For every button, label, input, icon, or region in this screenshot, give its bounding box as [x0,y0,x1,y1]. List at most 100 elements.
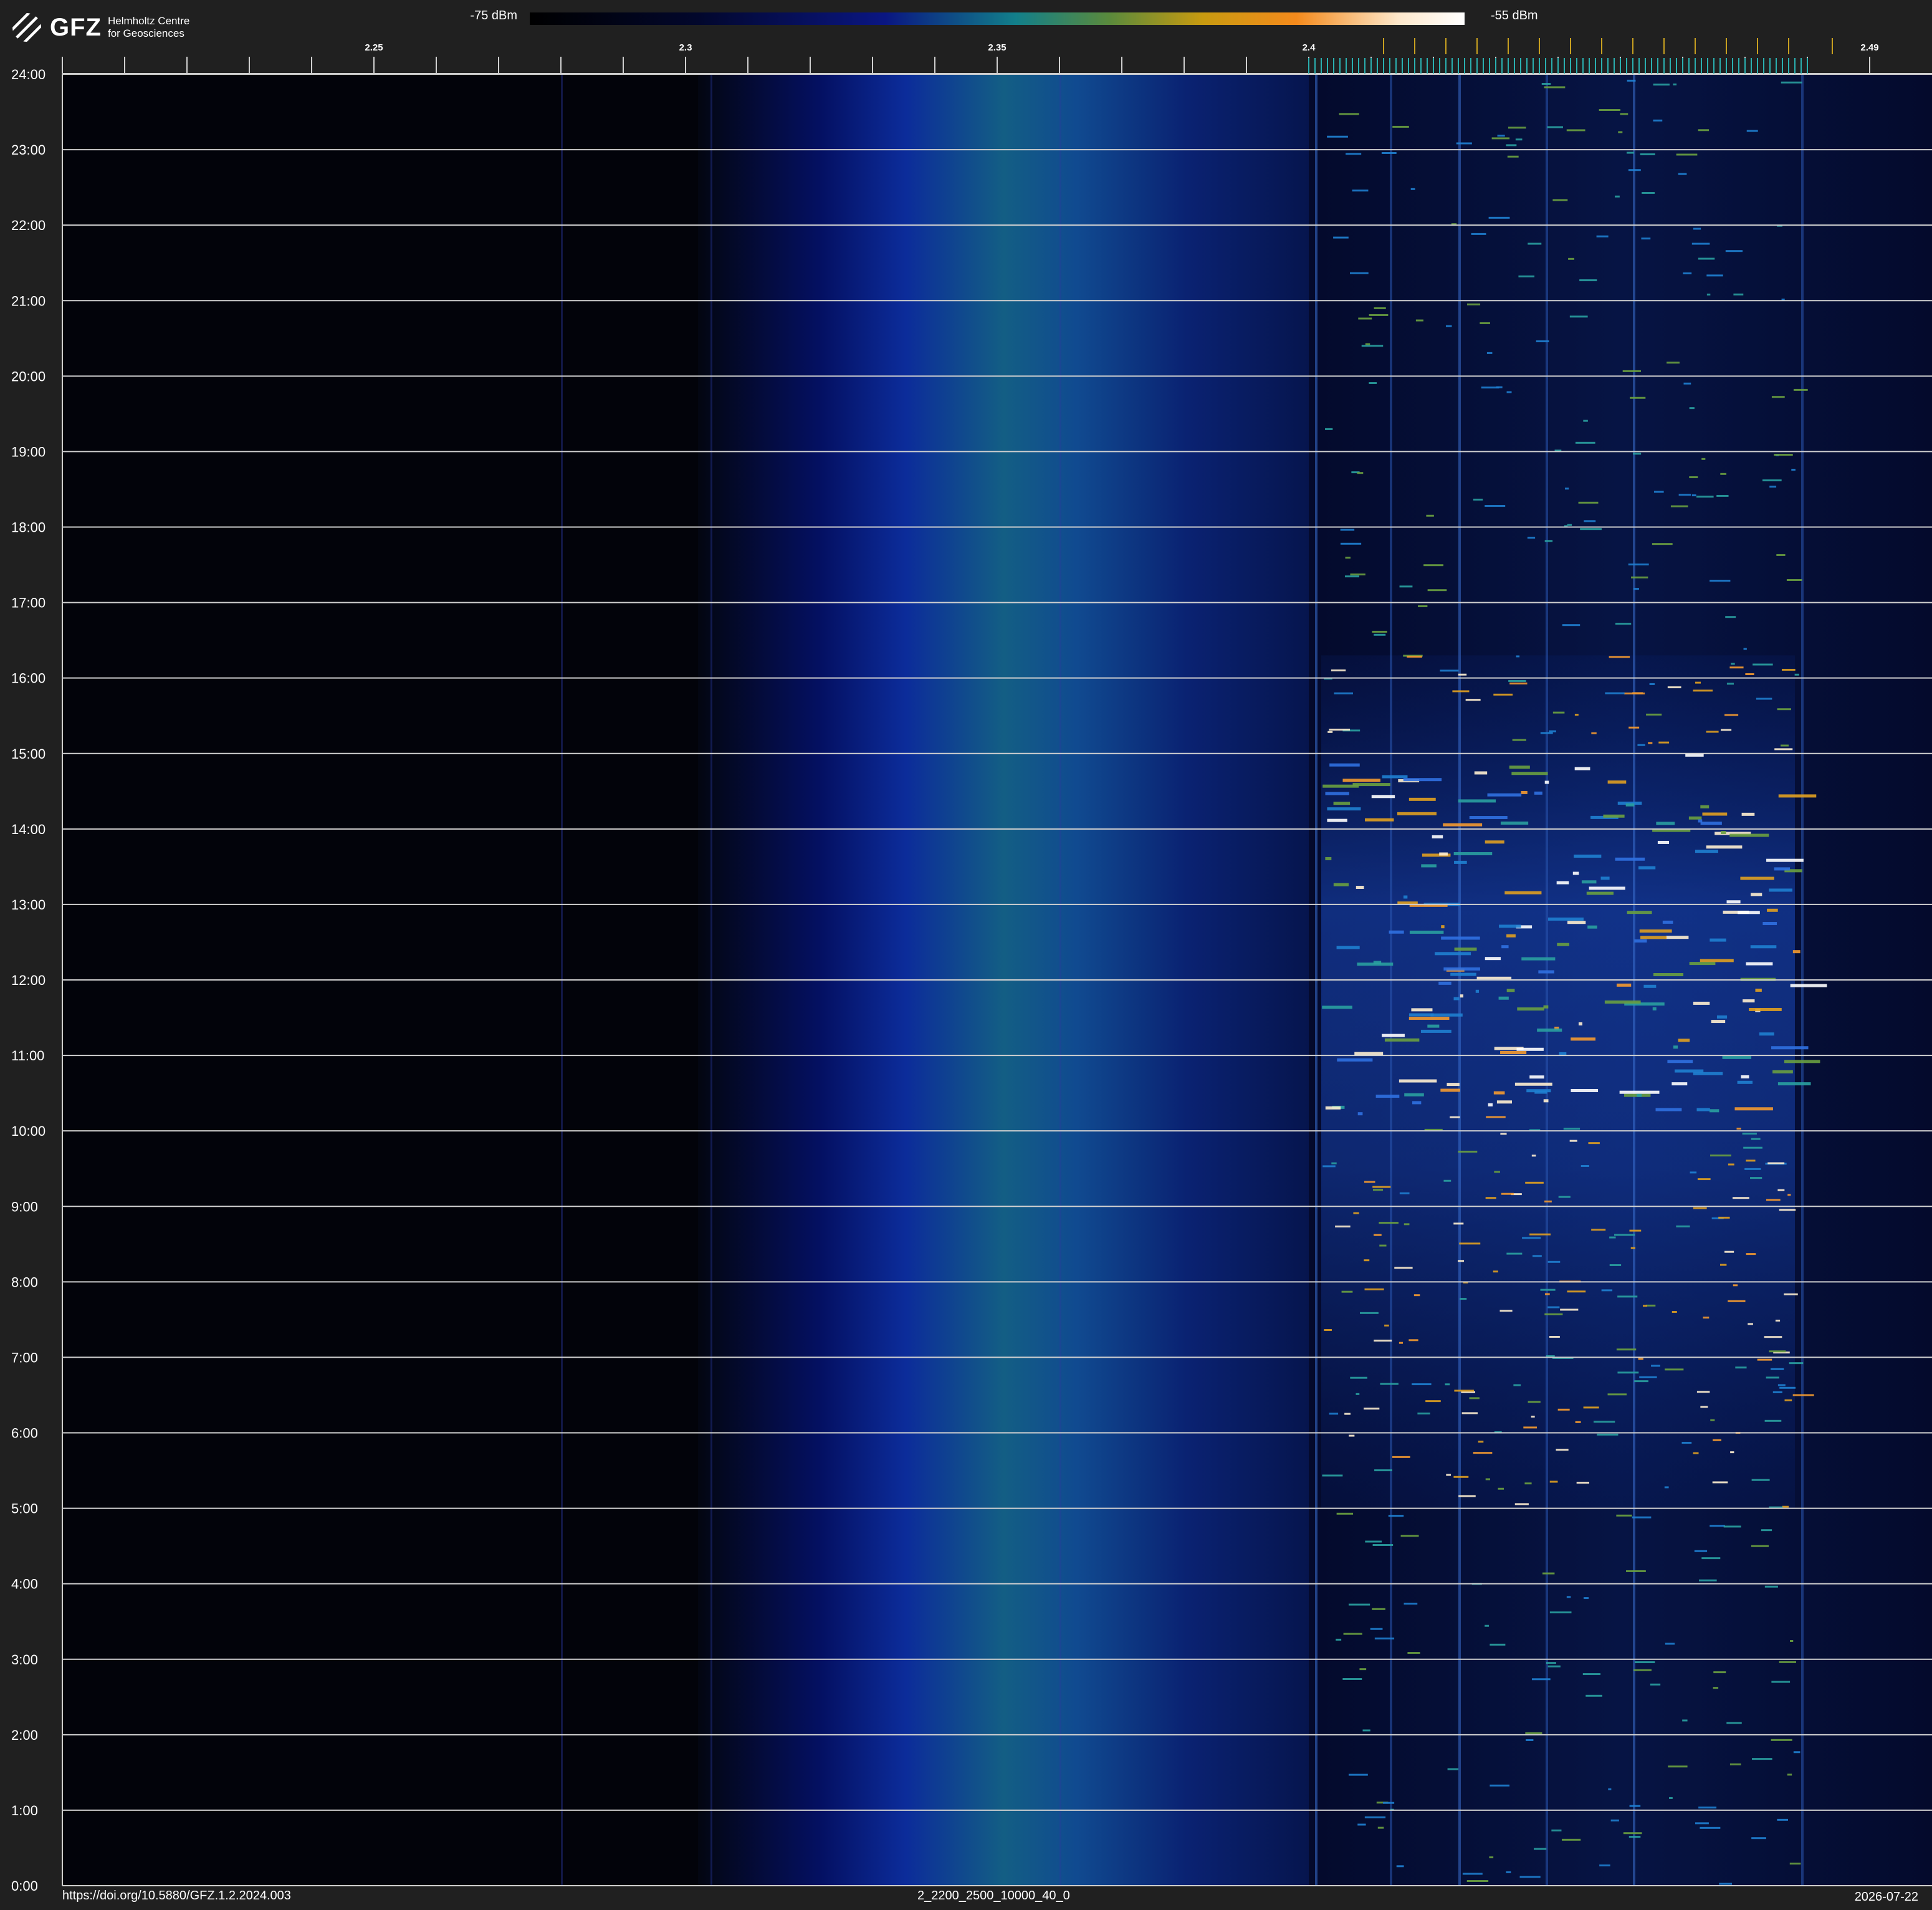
signal-trace [1631,576,1648,578]
signal-trace [1392,1456,1410,1458]
signal-trace [1781,81,1802,84]
signal-trace [1329,763,1360,767]
signal-trace [1396,1865,1404,1868]
signal-trace [1630,1247,1636,1249]
signal-trace [1615,195,1620,198]
y-tick-label: 8:00 [11,1274,38,1290]
signal-trace [1493,693,1513,696]
signal-trace [1450,1116,1460,1118]
signal-trace [1522,1237,1541,1239]
signal-trace [1764,1336,1782,1338]
signal-trace [1706,294,1711,296]
signal-trace [1567,1290,1586,1293]
signal-trace [1447,1083,1460,1087]
y-tick-label: 21:00 [11,293,45,309]
signal-trace [1446,1474,1451,1476]
signal-trace [1334,692,1354,694]
signal-trace [1454,948,1477,951]
signal-trace [1668,1765,1688,1768]
signal-trace [1356,885,1364,889]
signal-trace [1731,663,1735,665]
signal-trace [1655,1108,1682,1111]
signal-trace [1726,1722,1742,1724]
y-tick-label: 1:00 [11,1803,38,1818]
signal-trace [1418,605,1428,608]
signal-trace [1485,1197,1496,1199]
signal-trace [1766,858,1804,862]
signal-trace [1580,528,1602,530]
signal-trace [1574,767,1590,770]
signal-trace [1567,921,1586,924]
y-tick-label: 7:00 [11,1350,38,1365]
signal-trace [1634,939,1647,943]
signal-trace [1415,319,1423,322]
signal-trace [1352,190,1369,192]
signal-trace [1751,1837,1766,1840]
signal-trace [1689,476,1698,479]
signal-trace [1627,79,1636,82]
signal-trace [1372,630,1387,633]
signal-trace [1617,1295,1638,1298]
signal-trace [1642,1305,1647,1307]
signal-trace [1756,698,1772,700]
signal-trace [1682,1719,1688,1722]
signal-trace [1627,151,1634,154]
y-tick-label: 22:00 [11,218,45,233]
signal-trace [1342,1677,1362,1680]
signal-trace [1377,1826,1384,1829]
signal-trace [1698,129,1710,132]
signal-trace [1642,191,1655,194]
y-tick-label: 17:00 [11,595,45,611]
signal-trace [1779,1209,1796,1211]
signal-trace [1372,1544,1394,1547]
signal-trace [1511,772,1548,775]
signal-trace [1439,852,1448,856]
signal-trace [1364,1288,1384,1290]
signal-trace [1365,343,1370,345]
signal-trace [1373,961,1382,964]
signal-trace [1526,1739,1534,1741]
signal-trace [1399,1192,1410,1194]
signal-trace [1721,729,1732,731]
signal-trace [1769,1350,1786,1353]
signal-trace [1614,1234,1635,1236]
signal-trace [1417,1413,1430,1415]
signal-trace [1700,1406,1708,1408]
signal-trace [1629,1805,1641,1807]
signal-trace [1632,1516,1652,1519]
doi-link[interactable]: https://doi.org/10.5880/GFZ.1.2.2024.003 [62,1889,291,1903]
signal-trace [1343,1633,1362,1635]
signal-trace [1561,1838,1581,1841]
signal-trace [1774,748,1793,751]
signal-trace [1609,1236,1616,1239]
signal-trace [1389,930,1404,934]
signal-trace [1364,1816,1386,1818]
signal-trace [1639,1376,1657,1378]
signal-trace [1726,900,1741,904]
signal-trace [1380,1383,1399,1385]
signal-trace [1564,487,1569,490]
signal-trace [1469,1397,1480,1399]
signal-trace [1473,498,1483,501]
signal-trace [1506,989,1515,992]
signal-trace [1365,818,1394,822]
signal-trace [1519,1876,1541,1878]
y-tick-label: 24:00 [11,67,45,82]
signal-trace [1693,1001,1710,1005]
signal-trace [1712,1481,1728,1484]
signal-trace [1751,893,1762,896]
signal-trace [1506,934,1516,938]
spectrogram-chart: 2.25 2.3 2.35 2.4 2.49 0:00 1:00 2:00 3:00 4:00 5… [11,38,1932,1894]
signal-trace [1333,883,1349,886]
signal-trace [1534,791,1542,795]
signal-trace [1399,1079,1437,1083]
signal-trace [1528,242,1542,245]
signal-trace [1632,692,1643,694]
signal-trace [1523,1426,1537,1429]
signal-trace [1743,1146,1762,1149]
signal-trace [1772,1070,1793,1073]
signal-trace [1789,1863,1801,1865]
signal-trace [1341,1290,1353,1293]
signal-trace [1693,1072,1723,1075]
signal-trace [1388,1515,1404,1517]
